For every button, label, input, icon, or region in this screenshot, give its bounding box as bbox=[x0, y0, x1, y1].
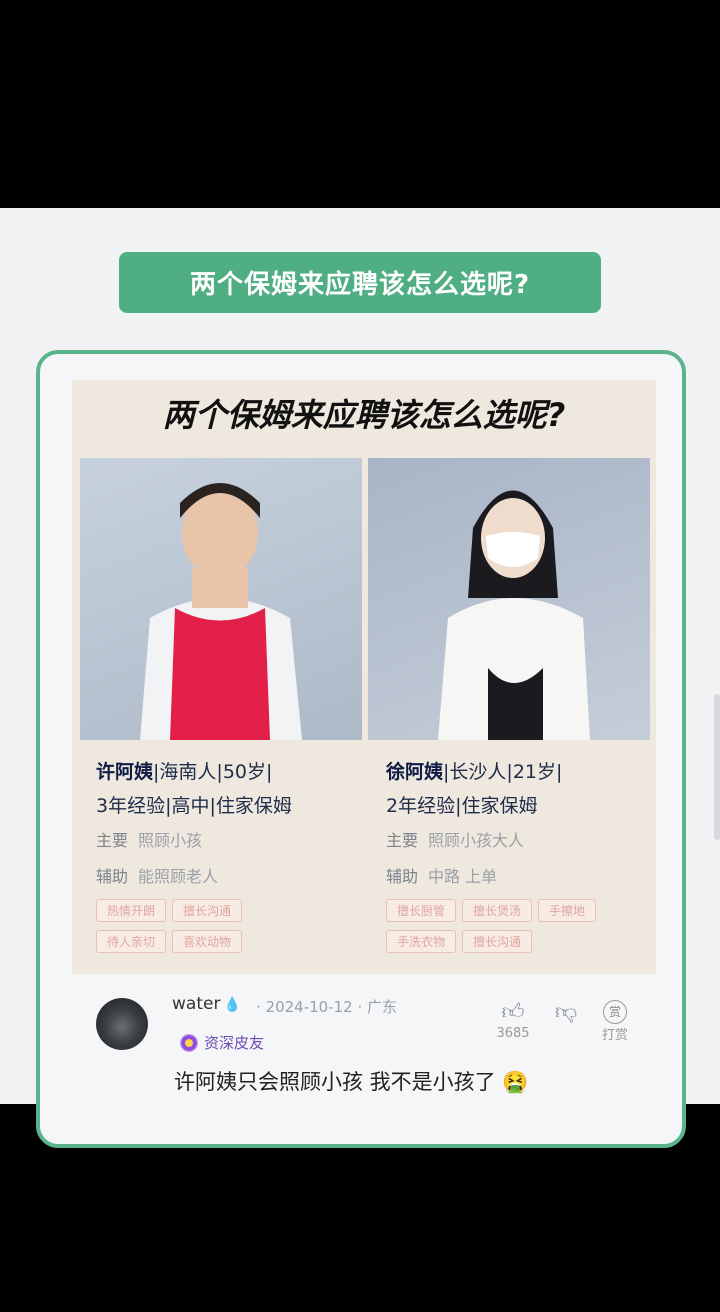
skill-tag: 擅长煲汤 bbox=[462, 899, 533, 922]
like-button[interactable]: 👍︎ 3685 bbox=[488, 1000, 538, 1041]
candidate-photo-left bbox=[80, 458, 362, 740]
comment-username[interactable]: water 💧 bbox=[172, 994, 241, 1014]
skill-tag: 待人亲切 bbox=[96, 930, 167, 953]
skill-tag: 手洗衣物 bbox=[386, 930, 457, 953]
comment-body: 许阿姨只会照顾小孩 我不是小孩了 bbox=[174, 1070, 496, 1094]
avatar[interactable] bbox=[96, 998, 148, 1050]
thumbs-up-icon: 👍︎ bbox=[501, 1000, 525, 1025]
like-count: 3685 bbox=[496, 1026, 530, 1041]
main-duty-label: 主要 bbox=[386, 831, 419, 850]
skill-tag: 手擦地 bbox=[538, 899, 597, 922]
candidate-photo-right bbox=[368, 458, 650, 740]
app-screen: 两个保姆来应聘该怎么选呢? 两个保姆来应聘该怎么选呢? 许阿姨|海南人|50岁|… bbox=[0, 208, 720, 1148]
candidate-info-left: 许阿姨|海南人|50岁| 3年经验|高中|住家保姆 主要 照顾小孩 辅助 能照顾老人… bbox=[96, 755, 376, 961]
comment-text: 许阿姨只会照顾小孩 我不是小孩了 🤮 bbox=[174, 1066, 529, 1096]
water-drop-icon: 💧 bbox=[223, 997, 241, 1013]
poster-image[interactable]: 两个保姆来应聘该怎么选呢? 许阿姨|海南人|50岁| 3年经验|高中|住家保姆 … bbox=[72, 380, 656, 974]
skill-tag: 喜欢动物 bbox=[172, 930, 243, 953]
badge-icon bbox=[180, 1033, 198, 1052]
candidate-summary: |长沙人|21岁| bbox=[443, 761, 563, 783]
post-title-banner: 两个保姆来应聘该怎么选呢? bbox=[119, 252, 601, 313]
aux-duty-label: 辅助 bbox=[386, 867, 419, 886]
user-badge: 资深皮友 bbox=[180, 1032, 264, 1053]
aux-duty-label: 辅助 bbox=[96, 867, 129, 886]
skill-tag: 擅长沟通 bbox=[172, 899, 243, 922]
dislike-button[interactable]: 👎︎ bbox=[548, 1000, 584, 1026]
poster-title: 两个保姆来应聘该怎么选呢? bbox=[162, 396, 566, 434]
vomit-emoji-icon: 🤮 bbox=[502, 1070, 529, 1094]
skill-tag: 擅长沟通 bbox=[462, 930, 533, 953]
comment-item: water 💧 · 2024-10-12 · 广东 资深皮友 许阿姨只会照顾小孩 … bbox=[40, 990, 682, 1150]
candidate-name: 徐阿姨 bbox=[386, 761, 444, 783]
thumbs-down-icon: 👎︎ bbox=[554, 1000, 578, 1025]
candidate-experience: 3年经验|高中|住家保姆 bbox=[96, 795, 292, 817]
candidate-name: 许阿姨 bbox=[96, 761, 154, 783]
candidate-experience: 2年经验|住家保姆 bbox=[386, 795, 538, 817]
comment-meta: · 2024-10-12 · 广东 bbox=[256, 998, 398, 1016]
main-duty-label: 主要 bbox=[96, 831, 129, 850]
aux-duty-value: 能照顾老人 bbox=[138, 867, 219, 886]
scrollbar[interactable] bbox=[714, 694, 720, 840]
main-duty-value: 照顾小孩 bbox=[138, 831, 203, 850]
skill-tag: 擅长厨管 bbox=[386, 899, 457, 922]
tip-label: 打赏 bbox=[601, 1028, 628, 1043]
post-card: 两个保姆来应聘该怎么选呢? 许阿姨|海南人|50岁| 3年经验|高中|住家保姆 … bbox=[36, 350, 686, 1148]
badge-label: 资深皮友 bbox=[204, 1034, 265, 1052]
candidate-summary: |海南人|50岁| bbox=[153, 761, 273, 783]
main-duty-value: 照顾小孩大人 bbox=[428, 831, 525, 850]
username-text: water bbox=[172, 994, 221, 1014]
tip-icon: 赏 bbox=[603, 1000, 627, 1024]
tip-button[interactable]: 赏 打赏 bbox=[592, 1000, 638, 1043]
candidate-info-right: 徐阿姨|长沙人|21岁| 2年经验|住家保姆 主要 照顾小孩大人 辅助 中路 上单 … bbox=[386, 755, 666, 961]
aux-duty-value: 中路 上单 bbox=[428, 867, 498, 886]
skill-tag: 热情开朗 bbox=[96, 899, 167, 922]
